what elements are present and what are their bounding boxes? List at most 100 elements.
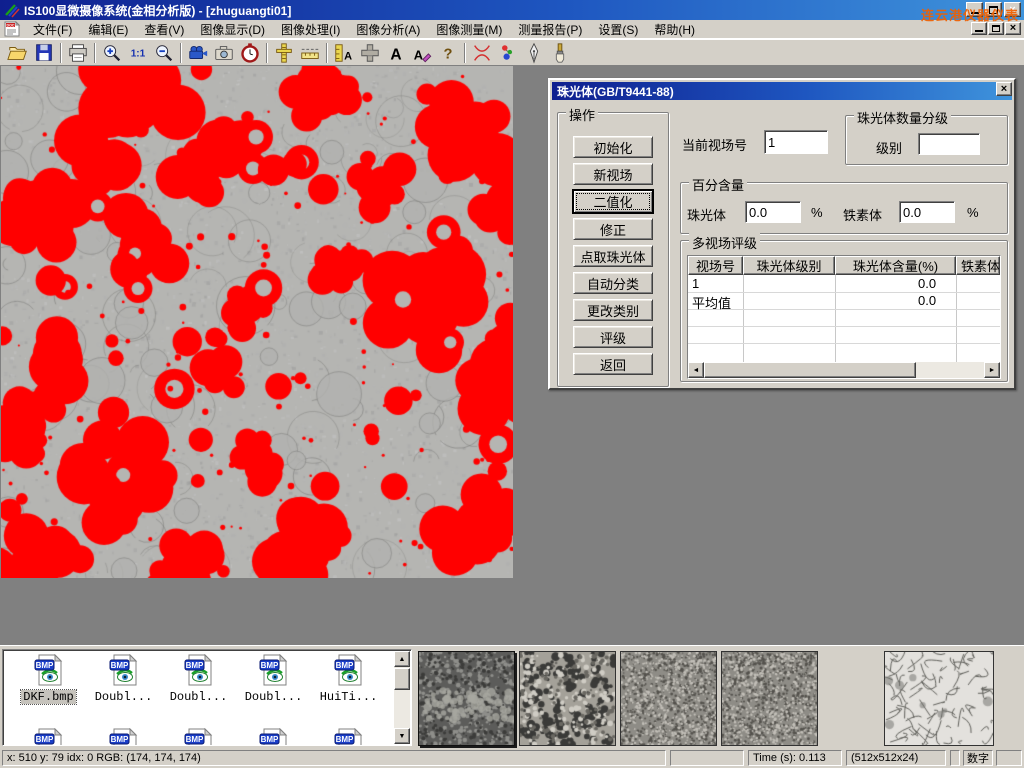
scroll-up-button[interactable]: ▲ — [394, 651, 410, 667]
binarize-button[interactable]: 二值化 — [573, 190, 653, 213]
a-pencil-icon: A — [411, 42, 433, 64]
multi-field-group: 多视场评级 视场号 珠光体级别 珠光体含量(%) 铁素体含量(%) — [680, 240, 1008, 382]
text-label-button[interactable]: A — [383, 41, 409, 65]
file-item[interactable]: BMP HuiTi... — [311, 654, 386, 704]
ruler-measure-button[interactable] — [297, 41, 323, 65]
file-name[interactable]: HuiTi... — [318, 690, 380, 704]
menu-image-measure[interactable]: 图像测量(M) — [428, 19, 510, 40]
zoom-out-button[interactable] — [151, 41, 177, 65]
bmp-file-icon: BMP — [333, 728, 365, 746]
file-item[interactable]: BMP — [236, 728, 311, 746]
thumbnail-4[interactable] — [721, 651, 818, 746]
mdi-restore-button[interactable] — [988, 22, 1004, 35]
ferrite-percent-input[interactable] — [899, 201, 955, 223]
scroll-right-button[interactable]: ► — [984, 362, 1000, 378]
mdi-close-button[interactable]: × — [1005, 22, 1021, 35]
thumbnail-5[interactable] — [884, 651, 994, 746]
file-name[interactable]: DKF.bmp — [21, 690, 75, 704]
cursor-position-status: x: 510 y: 79 idx: 0 RGB: (174, 174, 174) — [2, 750, 666, 766]
file-item[interactable]: BMP Doubl... — [236, 654, 311, 704]
file-name[interactable]: Doubl... — [93, 690, 155, 704]
save-file-button[interactable] — [31, 41, 57, 65]
dialog-close-button[interactable]: × — [996, 82, 1012, 96]
correct-button[interactable]: 修正 — [573, 218, 653, 240]
fill-brush-button[interactable] — [547, 41, 573, 65]
minimize-button[interactable] — [966, 2, 983, 17]
help-button[interactable]: ? — [435, 41, 461, 65]
auto-classify-button[interactable]: 自动分类 — [573, 272, 653, 294]
operation-group-label: 操作 — [566, 105, 598, 124]
file-item[interactable]: BMP DKF.bmp — [11, 654, 86, 704]
menu-measure-report[interactable]: 测量报告(P) — [510, 19, 590, 40]
menu-edit[interactable]: 编辑(E) — [80, 19, 136, 40]
scroll-down-button[interactable]: ▼ — [394, 728, 410, 744]
menu-file[interactable]: 文件(F) — [25, 19, 80, 40]
table-hscrollbar[interactable]: ◄ ► — [688, 362, 1000, 378]
video-capture-button[interactable] — [185, 41, 211, 65]
menu-view[interactable]: 查看(V) — [136, 19, 192, 40]
thumbnail-3[interactable] — [620, 651, 717, 746]
open-file-button[interactable] — [5, 41, 31, 65]
init-button[interactable]: 初始化 — [573, 136, 653, 158]
file-name[interactable]: Doubl... — [168, 690, 230, 704]
col-ferrite-content[interactable]: 铁素体含量(%) — [956, 256, 1000, 275]
zoom-in-button[interactable] — [99, 41, 125, 65]
file-item[interactable]: BMP — [311, 728, 386, 746]
draw-pen-button[interactable] — [521, 41, 547, 65]
file-item[interactable]: BMP — [161, 728, 236, 746]
maximize-button[interactable] — [985, 2, 1002, 17]
svg-text:BMP: BMP — [35, 661, 53, 670]
new-field-button[interactable]: 新视场 — [573, 163, 653, 185]
change-class-button[interactable]: 更改类别 — [573, 299, 653, 321]
thumbnail-2[interactable] — [519, 651, 616, 746]
actual-size-button[interactable]: 1:1 — [125, 41, 151, 65]
phase-particles-button[interactable] — [495, 41, 521, 65]
menu-image-display[interactable]: 图像显示(D) — [192, 19, 273, 40]
main-image[interactable] — [1, 66, 513, 578]
curve-tool-button[interactable] — [469, 41, 495, 65]
thumbnail-1[interactable] — [418, 651, 515, 746]
file-item[interactable]: BMP — [86, 728, 161, 746]
annotate-button[interactable]: A — [409, 41, 435, 65]
svg-text:BMP: BMP — [110, 735, 128, 744]
caliper-measure-button[interactable] — [271, 41, 297, 65]
time-status: Time (s): 0.113 — [748, 750, 842, 766]
menu-image-analysis[interactable]: 图像分析(A) — [348, 19, 428, 40]
merge-grid-button[interactable] — [357, 41, 383, 65]
level-input[interactable] — [918, 133, 980, 155]
mdi-minimize-button[interactable] — [971, 22, 987, 35]
mdi-workspace: 珠光体(GB/T9441-88) × 操作 初始化 新视场 二值化 修正 点取珠… — [0, 66, 1024, 645]
printer-icon — [67, 42, 89, 64]
file-item[interactable]: BMP — [11, 728, 86, 746]
col-pearlite-level[interactable]: 珠光体级别 — [743, 256, 835, 275]
scrollbar-thumb[interactable] — [704, 362, 916, 378]
file-list-vscrollbar[interactable]: ▲ ▼ — [394, 651, 410, 744]
file-name[interactable]: Doubl... — [243, 690, 305, 704]
menu-image-process[interactable]: 图像处理(I) — [273, 19, 348, 40]
close-button[interactable]: × — [1004, 2, 1021, 17]
snapshot-button[interactable] — [211, 41, 237, 65]
scroll-left-button[interactable]: ◄ — [688, 362, 704, 378]
timer-button[interactable] — [237, 41, 263, 65]
file-item[interactable]: BMP Doubl... — [86, 654, 161, 704]
col-pearlite-content[interactable]: 珠光体含量(%) — [835, 256, 956, 275]
dialog-title-bar[interactable]: 珠光体(GB/T9441-88) — [552, 82, 1012, 100]
print-button[interactable] — [65, 41, 91, 65]
return-button[interactable]: 返回 — [573, 353, 653, 375]
file-item[interactable]: BMP Doubl... — [161, 654, 236, 704]
app-window: IS100显微摄像系统(金相分析版) - [zhuguangti01] × 连云… — [0, 0, 1024, 768]
col-field-number[interactable]: 视场号 — [688, 256, 743, 275]
mode-status: 数字 — [963, 750, 993, 766]
toolbar-separator — [94, 43, 96, 63]
menu-help[interactable]: 帮助(H) — [646, 19, 703, 40]
current-field-input[interactable] — [764, 130, 828, 154]
pearlite-percent-input[interactable] — [745, 201, 801, 223]
menu-settings[interactable]: 设置(S) — [590, 19, 646, 40]
scale-calibrate-button[interactable]: A — [331, 41, 357, 65]
toolbar-separator — [180, 43, 182, 63]
row1-pearlite-content: 0.0 — [918, 276, 936, 291]
rate-button[interactable]: 评级 — [573, 326, 653, 348]
tool-bar: 1:1 — [0, 39, 1024, 66]
scrollbar-thumb[interactable] — [394, 668, 410, 690]
pick-pearlite-button[interactable]: 点取珠光体 — [573, 245, 653, 267]
